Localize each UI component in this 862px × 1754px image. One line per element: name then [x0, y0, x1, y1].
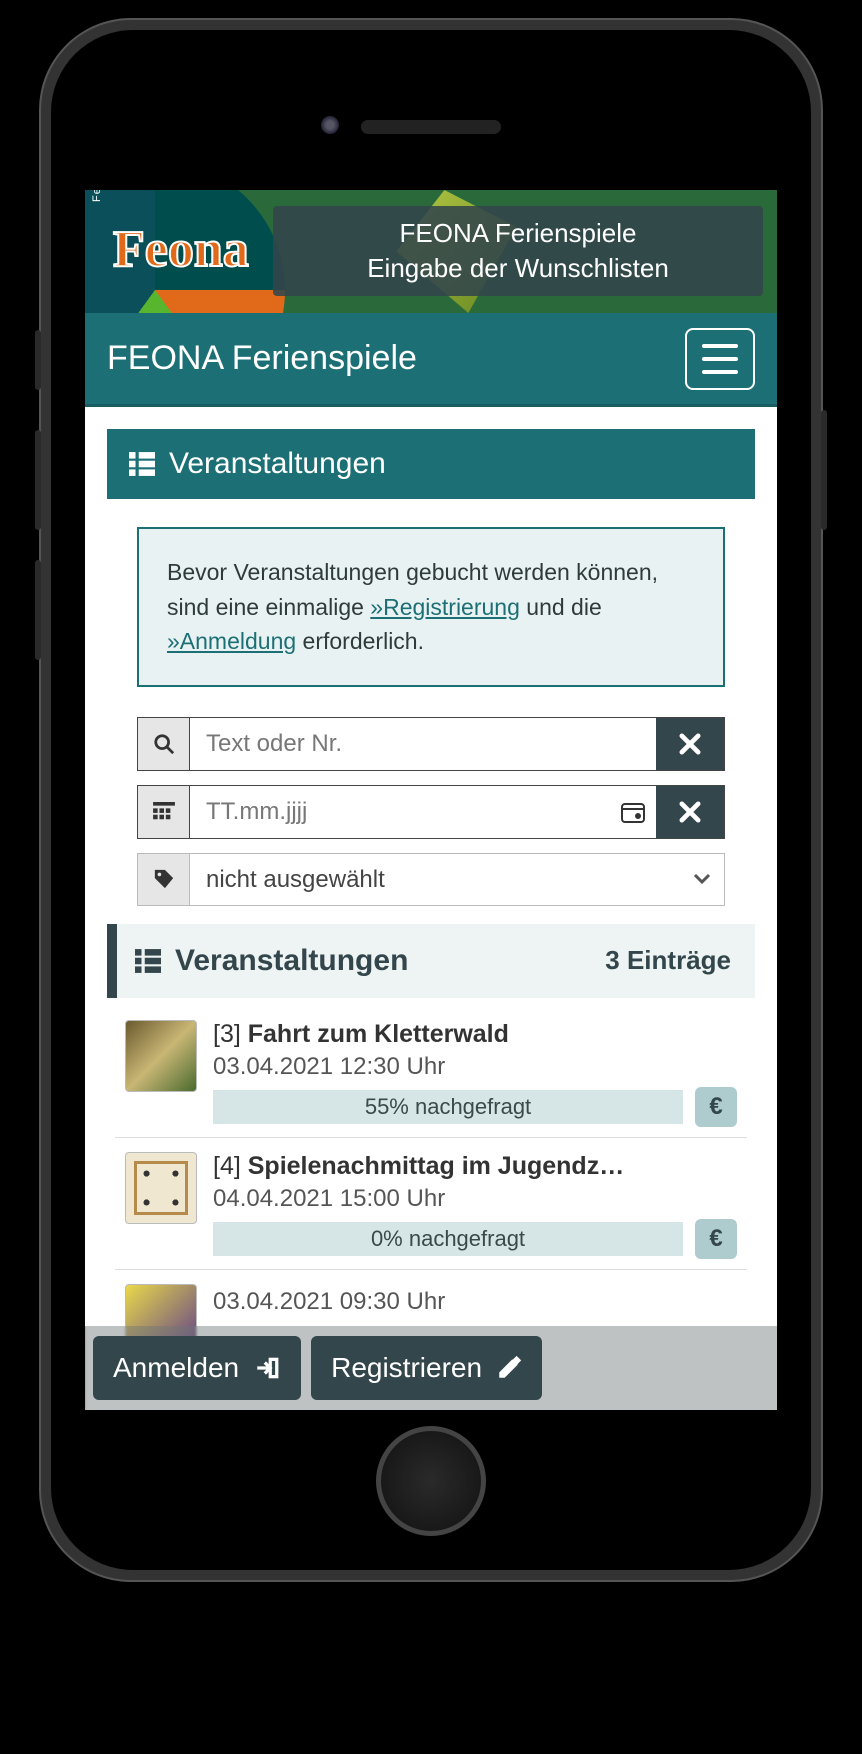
date-input[interactable] — [190, 786, 610, 838]
event-datetime: 04.04.2021 15:00 Uhr — [213, 1185, 737, 1213]
list-count: 3 Einträge — [605, 945, 731, 976]
grid-icon — [135, 949, 161, 973]
menu-button[interactable] — [685, 328, 755, 390]
event-title: [4] Spielenachmittag im Jugendz… — [213, 1152, 737, 1181]
nav-title[interactable]: FEONA Ferienspiele — [107, 339, 417, 378]
search-icon — [138, 718, 190, 770]
euro-icon[interactable]: € — [695, 1219, 737, 1259]
phone-home-button — [376, 1426, 486, 1536]
event-datetime: 03.04.2021 09:30 Uhr — [213, 1288, 737, 1316]
list-header: Veranstaltungen 3 Einträge — [107, 924, 755, 998]
phone-side-button — [821, 410, 827, 530]
search-input[interactable] — [190, 718, 656, 770]
filter-date-row — [137, 785, 725, 839]
phone-earpiece — [361, 120, 501, 134]
login-link[interactable]: »Anmeldung — [167, 628, 296, 654]
section-title: Veranstaltungen — [169, 447, 386, 481]
banner-title-line2: Eingabe der Wunschlisten — [291, 251, 745, 286]
register-link[interactable]: »Registrierung — [370, 594, 520, 620]
edit-icon — [496, 1355, 522, 1381]
hamburger-icon — [702, 344, 738, 348]
logo-text: Feona — [113, 220, 249, 279]
info-text: erforderlich. — [303, 628, 424, 654]
tag-select[interactable]: nicht ausgewählt — [190, 854, 680, 905]
event-title: [3] Fahrt zum Kletterwald — [213, 1020, 737, 1049]
tag-icon — [138, 854, 190, 905]
banner-title-box: FEONA Ferienspiele Eingabe der Wunschlis… — [273, 206, 763, 296]
banner: Ferienspiele mit Feona FEONA Ferienspiel… — [85, 190, 777, 313]
banner-title-line1: FEONA Ferienspiele — [291, 216, 745, 251]
info-text: und die — [526, 594, 601, 620]
phone-side-button — [35, 560, 41, 660]
demand-bar: 55% nachgefragt — [213, 1090, 683, 1124]
list-title: Veranstaltungen — [175, 944, 408, 978]
euro-icon[interactable]: € — [695, 1087, 737, 1127]
info-box: Bevor Veranstaltungen gebucht werden kön… — [137, 527, 725, 687]
calendar-icon[interactable] — [610, 786, 656, 838]
logo-side-text: Ferienspiele mit — [91, 190, 103, 202]
navbar: FEONA Ferienspiele — [85, 313, 777, 407]
app-screen: Ferienspiele mit Feona FEONA Ferienspiel… — [85, 190, 777, 1410]
phone-frame: Ferienspiele mit Feona FEONA Ferienspiel… — [41, 20, 821, 1580]
phone-camera — [321, 116, 339, 134]
content: Veranstaltungen Bevor Veranstaltungen ge… — [85, 407, 777, 1366]
phone-side-button — [35, 430, 41, 530]
filter-text-row — [137, 717, 725, 771]
clear-date-button[interactable] — [656, 786, 724, 838]
event-thumbnail — [125, 1152, 197, 1224]
phone-side-button — [35, 330, 41, 390]
chevron-down-icon — [680, 854, 724, 905]
register-button[interactable]: Registrieren — [311, 1336, 542, 1400]
event-list: [3] Fahrt zum Kletterwald 03.04.2021 12:… — [107, 998, 755, 1366]
filter-tag-row: nicht ausgewählt — [137, 853, 725, 906]
login-icon — [253, 1355, 281, 1381]
bottom-action-bar: Anmelden Registrieren — [85, 1326, 777, 1410]
event-thumbnail — [125, 1020, 197, 1092]
panel-body: Bevor Veranstaltungen gebucht werden kön… — [107, 499, 755, 1366]
login-button[interactable]: Anmelden — [93, 1336, 301, 1400]
date-grid-icon — [138, 786, 190, 838]
filters: nicht ausgewählt — [107, 717, 755, 906]
event-item[interactable]: [4] Spielenachmittag im Jugendz… 04.04.2… — [115, 1138, 747, 1270]
grid-icon — [129, 452, 155, 476]
event-item[interactable]: [3] Fahrt zum Kletterwald 03.04.2021 12:… — [115, 1006, 747, 1138]
section-header: Veranstaltungen — [107, 429, 755, 499]
event-datetime: 03.04.2021 12:30 Uhr — [213, 1053, 737, 1081]
demand-bar: 0% nachgefragt — [213, 1222, 683, 1256]
clear-text-button[interactable] — [656, 718, 724, 770]
